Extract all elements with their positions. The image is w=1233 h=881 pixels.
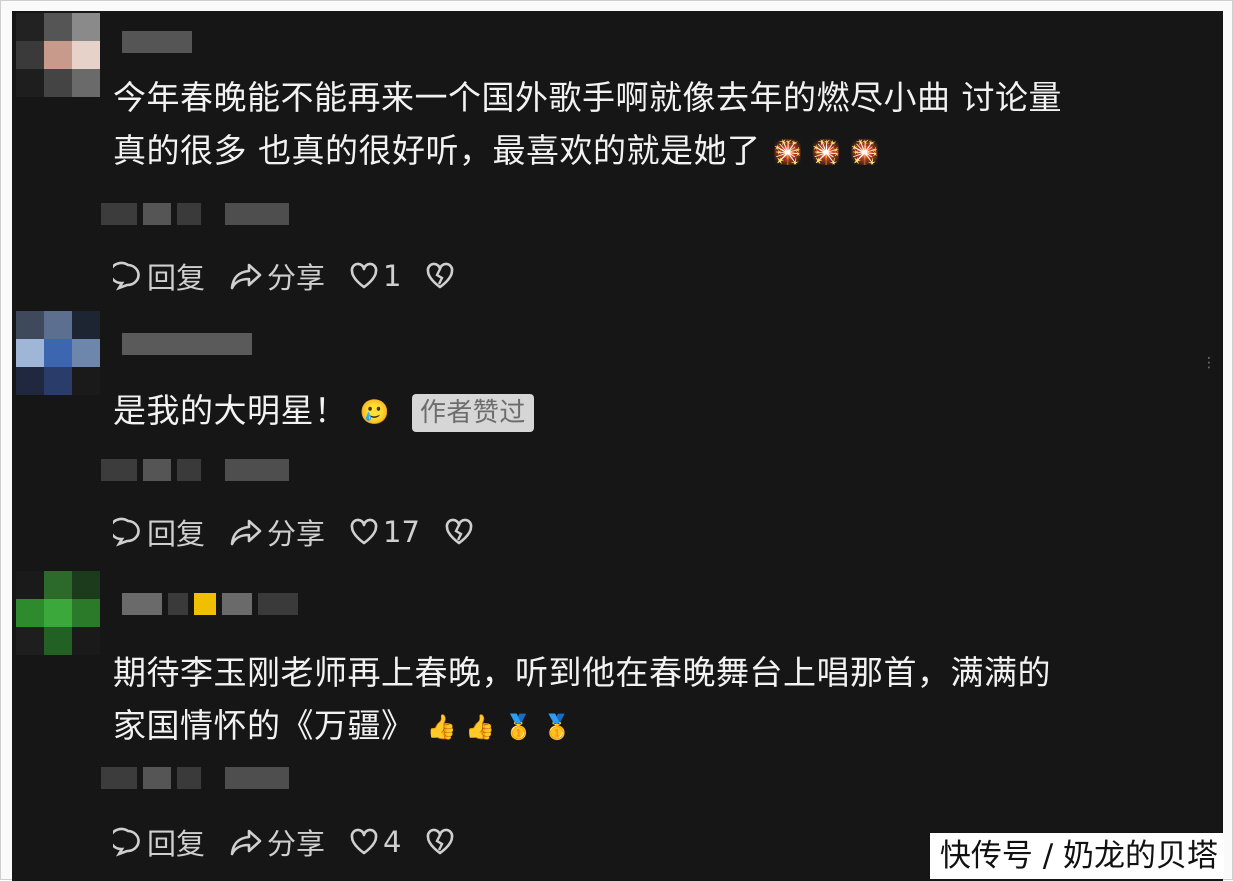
timestamp-redacted <box>101 459 289 481</box>
broken-heart-icon <box>427 262 454 289</box>
dislike-button[interactable] <box>425 262 459 290</box>
comment-actions: 回复 分享 4 <box>113 821 483 863</box>
share-icon <box>230 263 262 290</box>
comment-line: 期待李玉刚老师再上春晚，听到他在春晚舞台上唱那首，满满的 <box>113 653 1051 692</box>
like-button[interactable]: 4 <box>349 825 401 859</box>
avatar[interactable] <box>16 311 100 395</box>
reply-label: 回复 <box>147 827 206 861</box>
broken-heart-icon <box>445 518 473 545</box>
heart-icon <box>350 828 378 855</box>
watermark: 快传号 / 奶龙的贝塔 <box>929 833 1224 879</box>
comment-icon <box>113 517 140 547</box>
comment-line: 真的很多 也真的很好听，最喜欢的就是她了 🎇 🎇 🎇 <box>113 124 1218 179</box>
share-button[interactable]: 分享 <box>229 511 325 553</box>
like-button[interactable]: 1 <box>349 259 401 293</box>
username-redacted[interactable] <box>122 333 252 355</box>
comment-icon <box>113 827 140 857</box>
like-count: 4 <box>383 825 402 859</box>
more-options-icon[interactable]: ⋮ <box>1202 355 1217 371</box>
share-label: 分享 <box>267 517 326 551</box>
screenshot-frame: 今年春晚能不能再来一个国外歌手啊就像去年的燃尽小曲 讨论量 真的很多 也真的很好… <box>0 0 1233 881</box>
reply-button[interactable]: 回复 <box>113 821 205 863</box>
comment-text: 期待李玉刚老师再上春晚，听到他在春晚舞台上唱那首，满满的 家国情怀的《万疆》 👍 … <box>113 646 1218 754</box>
like-button[interactable]: 17 <box>349 515 420 549</box>
firework-emoji: 🎇 🎇 🎇 <box>772 138 880 166</box>
username-redacted[interactable] <box>122 31 192 53</box>
timestamp-redacted <box>101 203 289 225</box>
comment-actions: 回复 分享 17 <box>113 511 502 553</box>
share-label: 分享 <box>267 827 326 861</box>
share-button[interactable]: 分享 <box>229 255 325 297</box>
broken-heart-icon <box>427 828 454 855</box>
share-label: 分享 <box>267 261 326 295</box>
dislike-button[interactable] <box>444 518 478 546</box>
comment-line-text: 是我的大明星！ <box>113 391 348 430</box>
thumbs-up-medal-emoji: 👍 👍 🥇 🥇 <box>426 713 573 741</box>
comment-section: 今年春晚能不能再来一个国外歌手啊就像去年的燃尽小曲 讨论量 真的很多 也真的很好… <box>12 11 1223 881</box>
reply-button[interactable]: 回复 <box>113 255 205 297</box>
timestamp-redacted <box>101 767 289 789</box>
share-icon <box>230 519 262 546</box>
author-liked-badge: 作者赞过 <box>411 393 534 432</box>
comment-line: 家国情怀的《万疆》 👍 👍 🥇 🥇 <box>113 699 1218 754</box>
heart-icon <box>350 518 378 545</box>
comment-line: 是我的大明星！ 🥲 作者赞过 <box>113 384 1218 439</box>
comment-line: 今年春晚能不能再来一个国外歌手啊就像去年的燃尽小曲 讨论量 <box>113 78 1062 117</box>
teary-face-emoji: 🥲 <box>359 398 390 426</box>
comment-text: 今年春晚能不能再来一个国外歌手啊就像去年的燃尽小曲 讨论量 真的很多 也真的很好… <box>113 71 1218 179</box>
comment-line-text: 家国情怀的《万疆》 <box>113 706 415 745</box>
share-icon <box>230 829 262 856</box>
avatar[interactable] <box>16 13 100 97</box>
reply-label: 回复 <box>147 261 206 295</box>
heart-icon <box>350 262 378 289</box>
dislike-button[interactable] <box>425 828 459 856</box>
comment-icon <box>113 261 140 291</box>
like-count: 1 <box>383 259 402 293</box>
reply-button[interactable]: 回复 <box>113 511 205 553</box>
like-count: 17 <box>383 515 420 549</box>
username-redacted[interactable] <box>122 593 298 615</box>
reply-label: 回复 <box>147 517 206 551</box>
share-button[interactable]: 分享 <box>229 821 325 863</box>
avatar[interactable] <box>16 571 100 655</box>
comment-actions: 回复 分享 1 <box>113 255 483 297</box>
comment-text: 是我的大明星！ 🥲 作者赞过 <box>113 384 1218 439</box>
comment-line-text: 真的很多 也真的很好听，最喜欢的就是她了 <box>113 131 761 170</box>
